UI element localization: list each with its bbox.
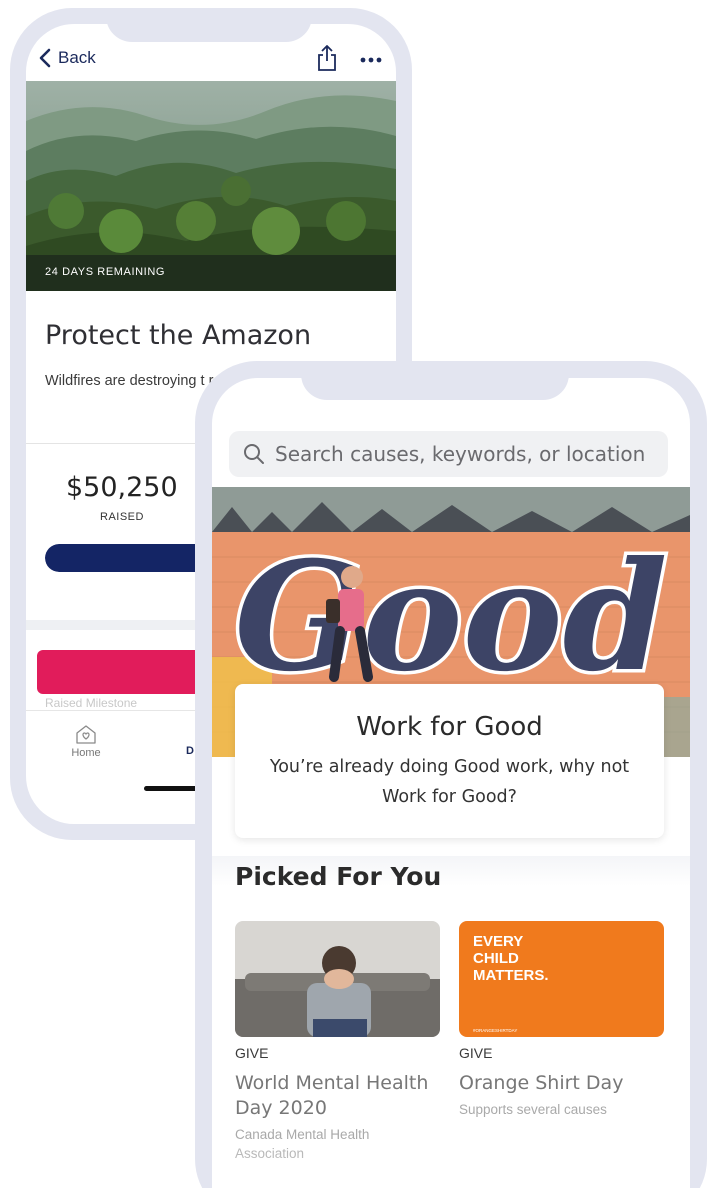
cause-card[interactable]: GIVE World Mental Health Day 2020 Canada… [235,921,440,1163]
top-nav-bar: Back [26,44,396,84]
image-text-line-1: EVERY [473,933,523,950]
image-hashtag: #ORANGESHIRTDAY [473,1028,517,1033]
chevron-left-icon [39,48,51,68]
days-remaining-bar: 24 DAYS REMAINING [26,255,396,291]
back-button[interactable]: Back [38,48,96,68]
mural-text: Good [234,529,667,705]
cause-card-type: GIVE [235,1045,269,1061]
share-icon[interactable] [316,44,338,72]
discover-screen: Search causes, keywords, or location Goo… [212,378,690,1188]
phone-notch [106,8,312,42]
search-input[interactable]: Search causes, keywords, or location [229,431,668,477]
raised-label: RAISED [100,511,144,523]
campaign-title: Protect the Amazon [45,320,312,351]
back-label: Back [58,48,96,67]
tab-discover[interactable]: D [186,745,194,757]
search-icon [244,444,264,464]
work-for-good-card[interactable]: Work for Good You’re already doing Good … [235,684,664,838]
cause-card[interactable]: EVERY CHILD MATTERS. #ORANGESHIRTDAY GIV… [459,921,664,1119]
tab-home-label: Home [71,747,101,759]
phone-notch [301,361,569,400]
work-for-good-subtitle: You’re already doing Good work, why not … [269,757,630,807]
work-for-good-title: Work for Good [356,712,543,742]
cause-card-subtitle: Canada Mental Health Association [235,1127,370,1161]
cause-card-subtitle: Supports several causes [459,1102,607,1117]
cause-card-image: EVERY CHILD MATTERS. #ORANGESHIRTDAY [459,921,664,1037]
progress-fill [45,544,211,572]
campaign-hero-image: 24 DAYS REMAINING [26,81,396,291]
raised-amount: $50,250 [66,472,178,503]
milestone-text: Raised Milestone [45,696,138,710]
more-horizontal-icon[interactable] [359,46,383,70]
cause-card-image [235,921,440,1037]
cause-card-type: GIVE [459,1045,493,1061]
phone-frame-front: Search causes, keywords, or location Goo… [195,361,707,1188]
image-text-line-3: MATTERS. [473,967,549,984]
cause-card-title: World Mental Health Day 2020 [235,1072,429,1119]
home-heart-icon [76,725,96,744]
image-text-line-2: CHILD [473,950,519,967]
cause-card-title: Orange Shirt Day [459,1072,624,1094]
search-placeholder: Search causes, keywords, or location [275,442,646,466]
tab-home[interactable]: Home [66,723,106,759]
days-remaining-text: 24 DAYS REMAINING [45,266,166,278]
picked-for-you-heading: Picked For You [235,862,442,891]
